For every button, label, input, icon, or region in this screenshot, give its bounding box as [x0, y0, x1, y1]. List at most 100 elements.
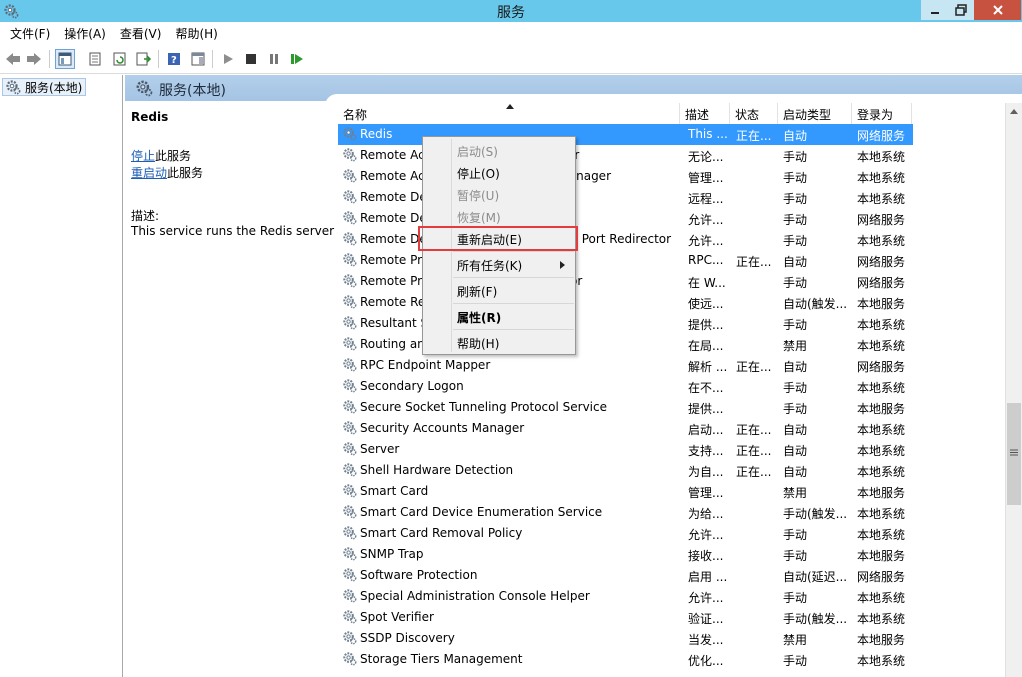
cell-logon: 本地系统	[857, 612, 906, 626]
menu-item-resume[interactable]: 恢复(M)	[457, 206, 572, 226]
table-row[interactable]: SSDP Discovery 当发... 禁用 本地服务	[338, 628, 913, 649]
column-header-status[interactable]: 状态	[730, 103, 778, 124]
start-service-button[interactable]	[218, 49, 238, 69]
service-gear-icon	[343, 211, 357, 225]
scrollbar-thumb[interactable]	[1007, 403, 1021, 505]
grip-icon	[1010, 449, 1018, 456]
scroll-up-icon[interactable]	[1010, 109, 1018, 114]
menu-action[interactable]: 操作(A)	[57, 22, 113, 44]
column-header-logon-as[interactable]: 登录为	[852, 103, 912, 124]
cell-logon: 本地系统	[857, 591, 906, 605]
table-row[interactable]: Secure Socket Tunneling Protocol Service…	[338, 397, 913, 418]
pause-service-button[interactable]	[264, 49, 284, 69]
close-button[interactable]	[974, 0, 1021, 20]
service-gear-icon	[343, 568, 357, 582]
menu-item-start[interactable]: 启动(S)	[457, 140, 572, 160]
restore-button[interactable]	[948, 0, 974, 20]
table-row[interactable]: Security Accounts Manager 启动... 正在... 自动 本地系…	[338, 418, 913, 439]
cell-logon: 本地系统	[857, 150, 906, 164]
cell-name: Spot Verifier	[360, 610, 434, 624]
cell-startup: 自动	[783, 444, 808, 458]
table-row[interactable]: Spot Verifier 验证... 手动(触发... 本地系统	[338, 607, 913, 628]
pane-title: 服务(本地)	[159, 83, 226, 99]
forward-button[interactable]	[24, 49, 44, 69]
back-button[interactable]	[3, 49, 23, 69]
service-gear-icon	[343, 547, 357, 561]
menu-item-help[interactable]: 帮助(H)	[457, 332, 572, 352]
table-row[interactable]: SNMP Trap 接收... 手动 本地服务	[338, 544, 913, 565]
cell-desc: 接收...	[688, 549, 724, 563]
help-toolbar-button[interactable]: ?	[164, 49, 184, 69]
table-row[interactable]: Smart Card Removal Policy 允许... 手动 本地系统	[338, 523, 913, 544]
service-gear-icon	[343, 400, 357, 414]
service-gear-icon	[343, 631, 357, 645]
service-gear-icon	[343, 526, 357, 540]
cell-startup: 手动	[783, 381, 808, 395]
minimize-button[interactable]	[921, 0, 948, 20]
refresh-toolbar-button[interactable]	[110, 49, 130, 69]
cell-logon: 本地服务	[857, 486, 906, 500]
cell-startup: 手动	[783, 654, 808, 668]
cell-name: Smart Card	[360, 484, 429, 498]
show-action-pane-button[interactable]	[188, 49, 208, 69]
menu-item-properties[interactable]: 属性(R)	[457, 306, 572, 326]
menu-file[interactable]: 文件(F)	[3, 22, 57, 44]
submenu-arrow-icon	[560, 261, 565, 269]
cell-logon: 本地服务	[857, 549, 906, 563]
service-gear-icon	[343, 442, 357, 456]
table-row[interactable]: Smart Card 管理... 禁用 本地服务	[338, 481, 913, 502]
cell-desc: 启动...	[688, 423, 724, 437]
table-row[interactable]: RPC Endpoint Mapper 解析 ... 正在... 自动 网络服务	[338, 355, 913, 376]
properties-toolbar-button[interactable]	[85, 49, 105, 69]
service-gear-icon	[343, 253, 357, 267]
service-detail-panel: Redis 停止此服务 重启动此服务 描述: This service runs…	[131, 107, 336, 241]
cell-name: Smart Card Removal Policy	[360, 526, 523, 540]
show-hide-console-tree-button[interactable]	[55, 49, 75, 69]
table-row[interactable]: Smart Card Device Enumeration Service 为给.…	[338, 502, 913, 523]
stop-service-link[interactable]: 停止	[131, 149, 155, 163]
menu-view[interactable]: 查看(V)	[113, 22, 169, 44]
cell-startup: 自动(延迟...	[783, 570, 848, 584]
column-header-description[interactable]: 描述	[680, 103, 730, 124]
menu-help[interactable]: 帮助(H)	[168, 22, 224, 44]
menu-item-pause[interactable]: 暂停(U)	[457, 184, 572, 204]
column-header-startup-type[interactable]: 启动类型	[778, 103, 852, 124]
restart-service-button[interactable]	[287, 49, 307, 69]
cell-logon: 网络服务	[857, 129, 906, 143]
cell-startup: 手动(触发...	[783, 612, 848, 626]
export-list-button[interactable]	[134, 49, 154, 69]
cell-desc: 为给...	[688, 507, 724, 521]
cell-name: SNMP Trap	[360, 547, 424, 561]
cell-logon: 本地系统	[857, 339, 906, 353]
table-row[interactable]: Server 支持... 正在... 自动 本地系统	[338, 439, 913, 460]
column-header-name[interactable]: 名称	[338, 103, 680, 124]
vertical-scrollbar[interactable]	[1005, 103, 1022, 677]
stop-service-button[interactable]	[241, 49, 261, 69]
minimize-icon	[930, 12, 939, 14]
cell-desc: 远程...	[688, 192, 724, 206]
cell-desc: 为自...	[688, 465, 724, 479]
cell-startup: 手动	[783, 528, 808, 542]
cell-desc: 解析 ...	[688, 360, 728, 374]
table-row[interactable]: Software Protection 启用 ... 自动(延迟... 网络服务	[338, 565, 913, 586]
service-gear-icon	[343, 337, 357, 351]
cell-startup: 自动	[783, 465, 808, 479]
tree-item-services-local[interactable]: 服务(本地)	[2, 78, 87, 96]
table-row[interactable]: Storage Tiers Management 优化... 手动 本地系统	[338, 649, 913, 670]
cell-logon: 本地系统	[857, 528, 906, 542]
cell-startup: 手动	[783, 318, 808, 332]
cell-startup: 禁用	[783, 633, 808, 647]
service-gear-icon	[343, 463, 357, 477]
table-row[interactable]: Shell Hardware Detection 为自... 正在... 自动 本地系统	[338, 460, 913, 481]
table-row[interactable]: Special Administration Console Helper 允许.…	[338, 586, 913, 607]
menu-item-all-tasks[interactable]: 所有任务(K)	[457, 254, 572, 274]
properties-icon	[89, 52, 101, 66]
cell-logon: 本地服务	[857, 297, 906, 311]
cell-name: Storage Tiers Management	[360, 652, 523, 666]
menu-item-refresh[interactable]: 刷新(F)	[457, 280, 572, 300]
table-row[interactable]: Secondary Logon 在不... 手动 本地系统	[338, 376, 913, 397]
restart-service-link[interactable]: 重启动	[131, 166, 167, 180]
menu-item-stop[interactable]: 停止(O)	[457, 162, 572, 182]
cell-desc: 支持...	[688, 444, 724, 458]
service-gear-icon	[343, 190, 357, 204]
